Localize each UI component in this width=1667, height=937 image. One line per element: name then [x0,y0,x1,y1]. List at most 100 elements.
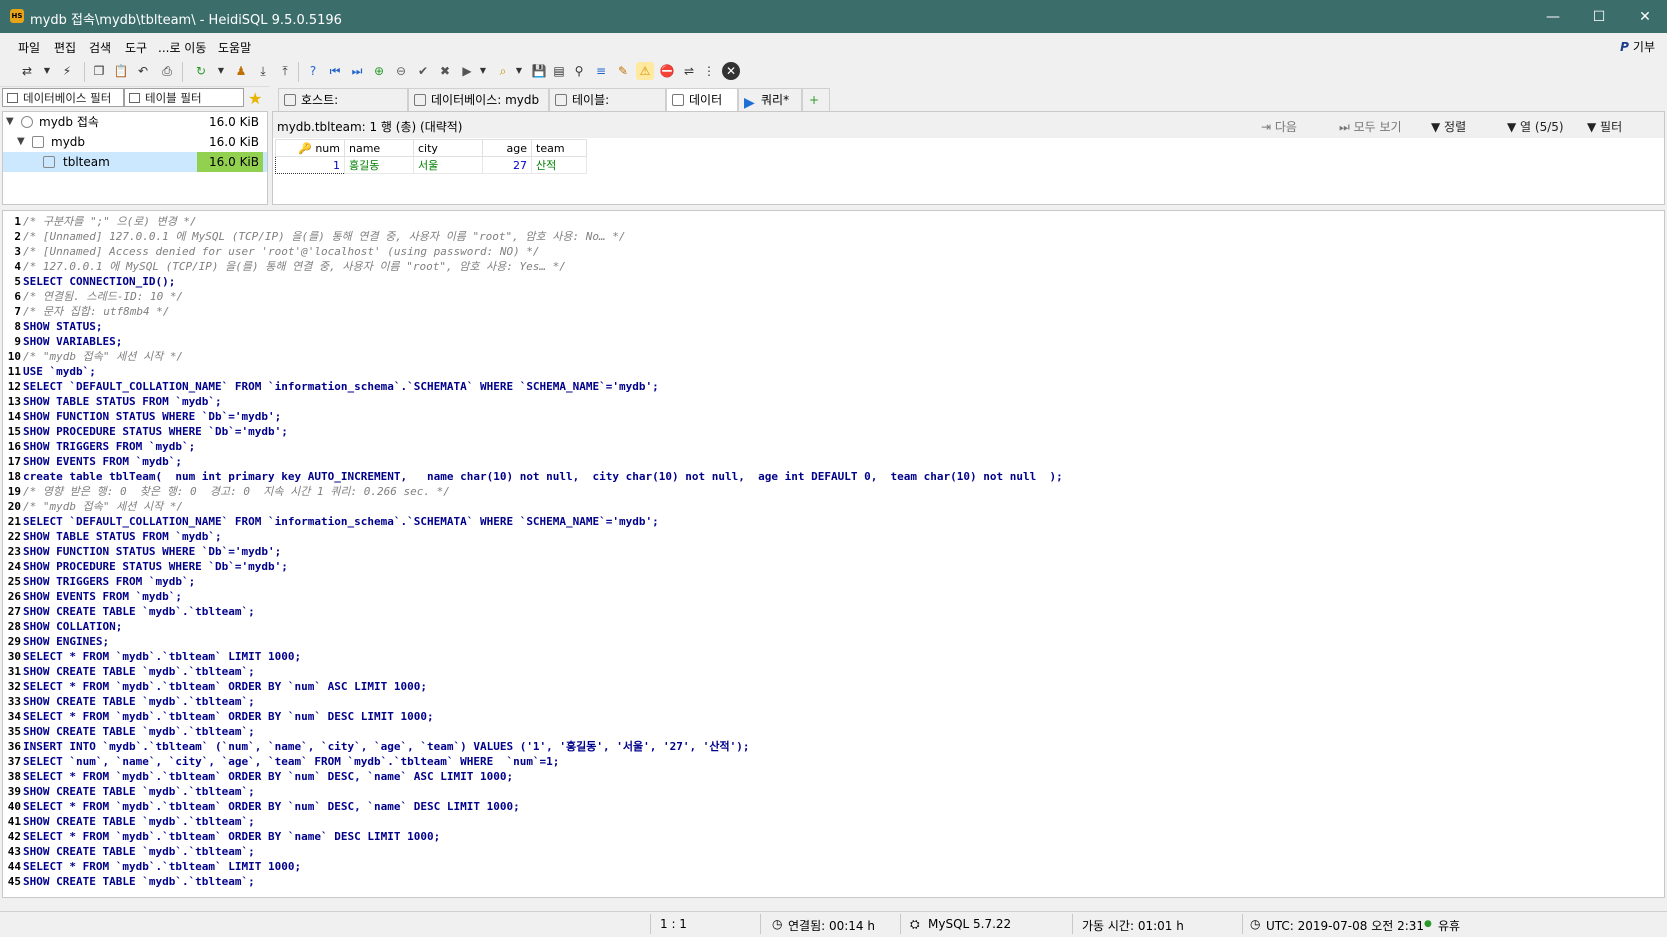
show-all-button[interactable]: ⏭ 모두 보기 [1339,118,1402,135]
line-number: 32 [7,680,21,693]
dropdown-arrow-icon[interactable]: ▼ [474,62,492,80]
cell-city[interactable]: 서울 [413,156,483,174]
tab-data-label: 데이터 [689,93,723,107]
line-number: 10 [7,350,21,363]
cancel-edit-icon[interactable]: ✖ [436,62,454,80]
wrap-icon[interactable]: ⇌ [680,62,698,80]
help-icon[interactable]: ? [304,62,322,80]
tab-database[interactable]: 데이터베이스: mydb [408,88,549,111]
paste-icon[interactable]: 📋 [112,62,130,80]
columns-button[interactable]: ▼ 열 (5/5) [1507,118,1564,135]
log-text: SHOW EVENTS FROM `mydb`; [23,590,182,603]
column-header-age[interactable]: age [482,139,532,157]
cell-num[interactable]: 1 [275,156,345,174]
new-query-tab-button[interactable]: + [802,88,830,111]
next-button[interactable]: ⇥ 다음 [1261,118,1297,135]
menu-help[interactable]: 도움말 [218,39,251,56]
log-text: SHOW PROCEDURE STATUS WHERE `Db`='mydb'; [23,425,288,438]
table-filter-input[interactable]: 테이블 필터 [124,88,244,107]
tab-query-label: 쿼리* [761,93,790,107]
menu-goto[interactable]: ...로 이동 [158,39,206,56]
add-row-icon[interactable]: ⊕ [370,62,388,80]
user-manager-icon[interactable]: ♟ [232,62,250,80]
menu-search[interactable]: 검색 [89,39,111,56]
tree-item-session[interactable]: ▼ mydb 접속 16.0 KiB [3,112,267,132]
tab-data[interactable]: 데이터 [666,88,738,111]
maximize-button[interactable]: ☐ [1576,4,1622,30]
log-line: 31 SHOW CREATE TABLE `mydb`.`tblteam`; [3,665,255,679]
menu-edit[interactable]: 편집 [54,39,76,56]
last-record-icon[interactable]: ⏭ [348,62,366,80]
tab-table[interactable]: 테이블: tblteam [549,88,666,130]
cell-age[interactable]: 27 [482,156,532,174]
cell-team[interactable]: 산적 [531,156,587,174]
close-button[interactable]: ✕ [1622,4,1667,30]
sql-format-icon[interactable]: ≡ [592,62,610,80]
table-filter-placeholder: 테이블 필터 [145,91,202,105]
show-all-label: 모두 보기 [1353,120,1402,134]
sort-button[interactable]: ▼ 정렬 [1431,118,1466,135]
line-number: 7 [14,305,21,318]
delete-row-icon[interactable]: ⊖ [392,62,410,80]
column-header-num[interactable]: 🔑 num [275,139,345,157]
minimize-button[interactable]: — [1530,4,1576,30]
sql-log[interactable]: 1/* 구분자를 ";" 으(로) 변경 */2/* [Unnamed] 127… [2,210,1665,898]
column-header-name[interactable]: name [344,139,414,157]
log-line: 43 SHOW CREATE TABLE `mydb`.`tblteam`; [3,845,255,859]
session-manager-icon[interactable]: ⇄ [18,62,36,80]
log-line: 30 SELECT * FROM `mydb`.`tblteam` LIMIT 1… [3,650,301,664]
tree-item-table[interactable]: tblteam 16.0 KiB [3,152,267,172]
refresh-icon[interactable]: ↻ [192,62,210,80]
warning-icon[interactable]: ⚠ [636,62,654,80]
collapse-arrow-icon[interactable]: ▼ [6,112,14,132]
log-text: SHOW TRIGGERS FROM `mydb`; [23,575,196,588]
more-icon[interactable]: ⋮ [700,62,718,80]
utc-clock-icon: ◷ [1250,917,1261,931]
collapse-arrow-icon[interactable]: ▼ [17,132,25,152]
filter-button[interactable]: ▼ 필터 [1587,118,1622,135]
tab-query[interactable]: ▶ 쿼리* [738,88,802,111]
log-line: 39 SHOW CREATE TABLE `mydb`.`tblteam`; [3,785,255,799]
log-text: /* [Unnamed] Access denied for user 'roo… [23,245,540,258]
copy-icon[interactable]: ❐ [90,62,108,80]
favorites-star-icon[interactable]: ★ [248,89,262,108]
data-grid[interactable]: 🔑 num name city age team 1 홍길동 서울 27 산적 [275,139,587,174]
stop-on-error-icon[interactable]: ⛔ [658,62,676,80]
donate-button[interactable]: P 기부 [1620,38,1655,55]
save-icon[interactable]: 💾 [530,62,548,80]
mysql-icon: ⛭ [910,917,920,931]
print-icon[interactable]: ⎙ [158,62,176,80]
menu-file[interactable]: 파일 [18,39,40,56]
log-line: 12 SELECT `DEFAULT_COLLATION_NAME` FROM `… [3,380,659,394]
database-filter-placeholder: 데이터베이스 필터 [23,91,112,105]
dropdown-arrow-icon[interactable]: ▼ [510,62,528,80]
log-line: 20/* "mydb 접속" 세션 시작 */ [3,500,183,514]
log-line: 11 USE `mydb`; [3,365,96,379]
import-icon[interactable]: ⤓ [254,62,272,80]
table-row[interactable]: 1 홍길동 서울 27 산적 [275,156,587,174]
post-edit-icon[interactable]: ✔ [414,62,432,80]
tree-item-label: mydb [51,135,86,149]
binoculars-icon[interactable]: ⚲ [570,62,588,80]
column-header-city[interactable]: city [413,139,483,157]
export-icon[interactable]: ⤒ [276,62,294,80]
tree-item-label: mydb 접속 [39,115,99,129]
log-line: 19/* 영향 받은 행: 0 찾은 행: 0 경고: 0 지속 시간 1 쿼리… [3,485,450,499]
tab-host[interactable]: 호스트: 127.0.0.1 [278,88,408,130]
log-line: 2/* [Unnamed] 127.0.0.1 에 MySQL (TCP/IP)… [3,230,625,244]
tree-item-database[interactable]: ▼ mydb 16.0 KiB [3,132,267,152]
dropdown-arrow-icon[interactable]: ▼ [212,62,230,80]
menu-tools[interactable]: 도구 [125,39,147,56]
column-header-team[interactable]: team [531,139,587,157]
first-record-icon[interactable]: ⏮ [326,62,344,80]
disconnect-icon[interactable]: ⚡ [58,62,76,80]
undo-icon[interactable]: ↶ [134,62,152,80]
line-number: 25 [7,575,21,588]
line-number: 31 [7,665,21,678]
cell-name[interactable]: 홍길동 [344,156,414,174]
save-as-icon[interactable]: ▤ [550,62,568,80]
database-filter-input[interactable]: 데이터베이스 필터 [2,88,124,107]
dropdown-arrow-icon[interactable]: ▼ [38,62,56,80]
exit-icon[interactable]: ✕ [722,62,740,80]
edit-icon[interactable]: ✎ [614,62,632,80]
